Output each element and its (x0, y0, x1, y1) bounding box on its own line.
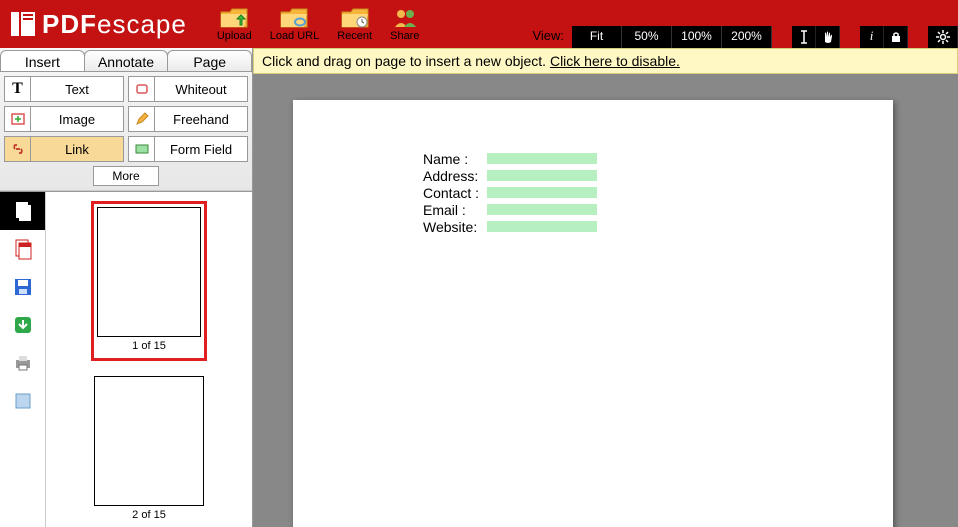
hand-icon[interactable] (816, 26, 840, 48)
field-label: Contact : (423, 185, 487, 201)
expand-icon (14, 392, 32, 410)
thumbnail-2[interactable]: 2 of 15 (94, 376, 204, 524)
upload-button[interactable]: Upload (217, 7, 252, 42)
load-url-button[interactable]: Load URL (270, 7, 320, 42)
form-block: Name : Address: Contact : Email : Websit… (423, 150, 597, 235)
sidebar-download[interactable] (0, 306, 45, 344)
field-label: Email : (423, 202, 487, 218)
form-field[interactable] (487, 170, 597, 181)
tool-text[interactable]: TText (4, 76, 124, 102)
lock-icon[interactable] (884, 26, 908, 48)
text-icon: T (5, 77, 31, 101)
pages-red-icon (13, 238, 33, 260)
top-actions: Upload Load URL Recent Share (217, 7, 420, 42)
sidebar-expand[interactable] (0, 382, 45, 420)
people-icon (391, 7, 419, 29)
link-icon (5, 137, 31, 161)
tab-annotate[interactable]: Annotate (84, 50, 169, 71)
folder-link-icon (280, 7, 308, 29)
tab-insert[interactable]: Insert (0, 50, 85, 71)
save-icon (13, 277, 33, 297)
tool-tabs: Insert Annotate Page (0, 48, 252, 72)
form-field[interactable] (487, 221, 597, 232)
more-button[interactable]: More (93, 166, 158, 186)
form-field[interactable] (487, 153, 597, 164)
tool-grid: TText Whiteout Image Freehand Link Form … (0, 72, 252, 191)
zoom-100[interactable]: 100% (672, 26, 722, 48)
print-icon (13, 353, 33, 373)
tab-page[interactable]: Page (167, 50, 252, 71)
page-thumbnails[interactable]: 1 of 15 2 of 15 (46, 192, 252, 527)
sidebar-print[interactable] (0, 344, 45, 382)
hint-bar: Click and drag on page to insert a new o… (253, 48, 958, 74)
tool-form-field[interactable]: Form Field (128, 136, 248, 162)
canvas-area: Click and drag on page to insert a new o… (253, 48, 958, 527)
hint-text: Click and drag on page to insert a new o… (262, 53, 550, 69)
thumbnail-caption: 2 of 15 (94, 506, 204, 524)
app-header: PDFescape Upload Load URL Recent Share V… (0, 0, 958, 48)
zoom-200[interactable]: 200% (722, 26, 772, 48)
whiteout-icon (129, 77, 155, 101)
text-cursor-icon[interactable] (792, 26, 816, 48)
zoom-50[interactable]: 50% (622, 26, 672, 48)
zoom-fit[interactable]: Fit (572, 26, 622, 48)
view-label: View: (524, 26, 572, 48)
pencil-icon (129, 107, 155, 131)
logo[interactable]: PDFescape (8, 9, 187, 40)
pages-icon (13, 200, 33, 222)
view-bar: View: Fit 50% 100% 200% i (524, 26, 958, 48)
logo-icon (8, 9, 38, 39)
canvas-scroll[interactable]: Name : Address: Contact : Email : Websit… (253, 74, 958, 527)
left-panel: Insert Annotate Page TText Whiteout Imag… (0, 48, 253, 527)
thumbnail-page (97, 207, 201, 337)
tool-image[interactable]: Image (4, 106, 124, 132)
thumbnail-caption: 1 of 15 (97, 337, 201, 355)
gear-icon[interactable] (928, 26, 958, 48)
folder-up-icon (220, 7, 248, 29)
download-icon (13, 315, 33, 335)
thumbnail-1[interactable]: 1 of 15 (94, 204, 204, 358)
hint-disable-link[interactable]: Click here to disable. (550, 53, 680, 69)
sidebar-pages[interactable] (0, 192, 45, 230)
sidebar-save[interactable] (0, 268, 45, 306)
share-button[interactable]: Share (390, 7, 419, 42)
sidebar-iconbar (0, 192, 46, 527)
folder-clock-icon (341, 7, 369, 29)
pdf-page[interactable]: Name : Address: Contact : Email : Websit… (293, 100, 893, 527)
sidebar-pages-alt[interactable] (0, 230, 45, 268)
field-label: Address: (423, 168, 487, 184)
tool-link[interactable]: Link (4, 136, 124, 162)
form-field[interactable] (487, 187, 597, 198)
form-field[interactable] (487, 204, 597, 215)
tool-whiteout[interactable]: Whiteout (128, 76, 248, 102)
field-icon (129, 137, 155, 161)
field-label: Name : (423, 151, 487, 167)
recent-button[interactable]: Recent (337, 7, 372, 42)
logo-text: PDFescape (42, 9, 187, 40)
info-icon[interactable]: i (860, 26, 884, 48)
thumbnail-page (94, 376, 204, 506)
field-label: Website: (423, 219, 487, 235)
image-icon (5, 107, 31, 131)
tool-freehand[interactable]: Freehand (128, 106, 248, 132)
